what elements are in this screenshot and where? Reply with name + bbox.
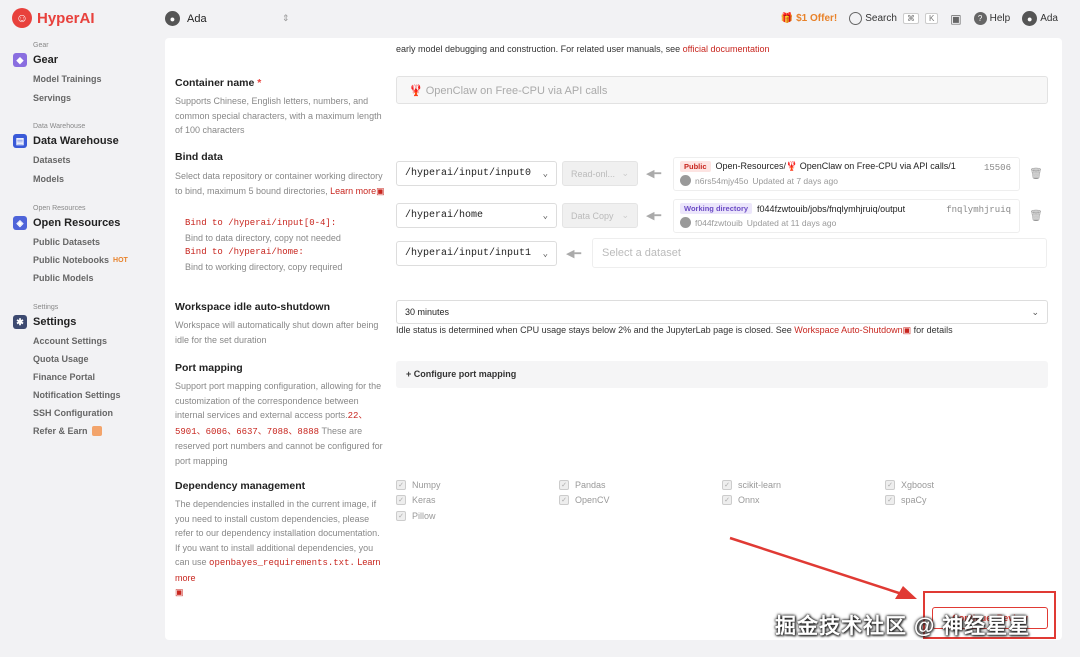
annotation-arrow (729, 536, 917, 599)
arrow-line (729, 536, 903, 596)
watermark: 掘金技术社区 @ 神经星星 (775, 615, 1031, 638)
